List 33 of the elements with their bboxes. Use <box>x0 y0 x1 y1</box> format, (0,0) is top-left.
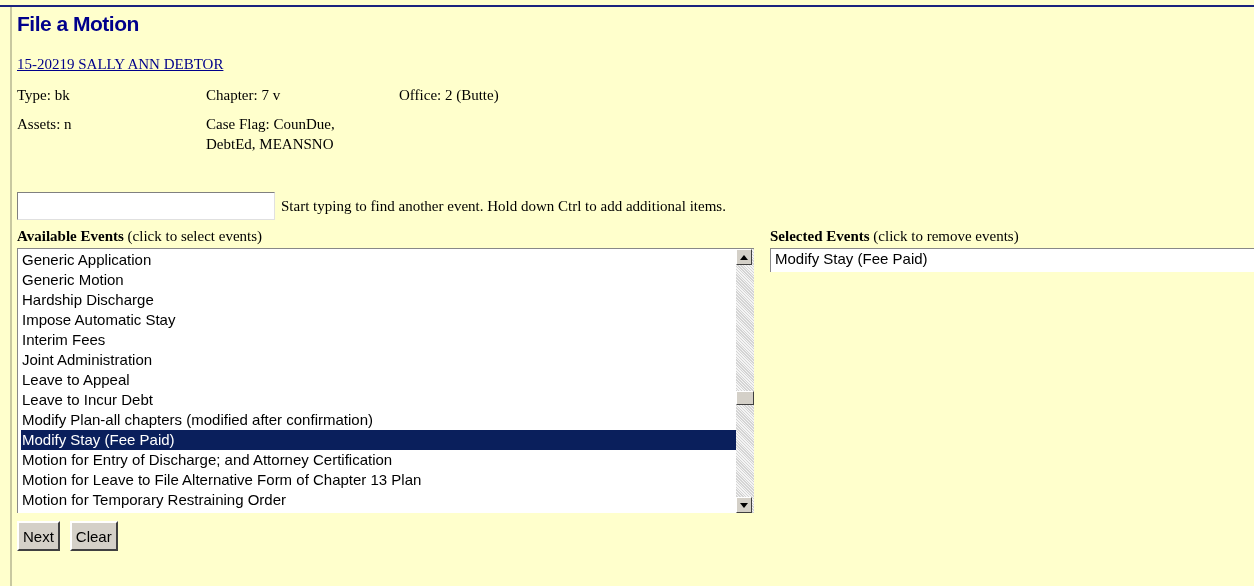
form-button[interactable]: Clear <box>69 521 118 551</box>
list-option[interactable]: Generic Motion <box>21 270 736 290</box>
list-heading: Available Events <box>17 228 124 244</box>
page-title: File a Motion <box>17 11 140 37</box>
list-option[interactable]: Joint Administration <box>21 350 736 370</box>
scroll-down-icon[interactable] <box>736 497 752 513</box>
event-search-field[interactable] <box>17 192 275 220</box>
list-option[interactable]: Motion for Entry of Discharge; and Attorney Certification <box>21 450 736 470</box>
scrollbar[interactable] <box>736 249 754 513</box>
list-option[interactable]: Impose Automatic Stay <box>21 310 736 330</box>
list-option[interactable]: Hardship Discharge <box>21 290 736 310</box>
available-events-list[interactable] <box>17 248 754 513</box>
list-option[interactable]: Leave to Appeal <box>21 370 736 390</box>
case-link[interactable]: 15-20219 SALLY ANN DEBTOR <box>17 56 224 73</box>
list-option[interactable]: Generic Application <box>21 250 736 270</box>
form-button[interactable]: Next <box>17 521 60 551</box>
list-hint: (click to select events) <box>127 228 263 244</box>
list-option[interactable]: Interim Fees <box>21 330 736 350</box>
case-detail: Case Flag: CounDue, DebtEd, MEANSNO <box>206 115 336 154</box>
search-hint: Start typing to find another event. Hold down Ctrl to add additional items. <box>281 197 726 215</box>
scroll-thumb[interactable] <box>736 391 754 405</box>
list-option[interactable]: Modify Plan-all chapters (modified after confirmation) <box>21 410 736 430</box>
case-detail: Office: 2 (Butte) <box>399 86 499 105</box>
list-option[interactable]: Motion for Leave to File Alternative Form of Chapter 13 Plan <box>21 470 736 490</box>
case-detail: Chapter: 7 v <box>206 86 282 105</box>
list-option[interactable]: Motion for Temporary Restraining Order <box>21 490 736 510</box>
list-option[interactable]: Modify Stay (Fee Paid) <box>21 430 736 450</box>
case-detail: Type: bk <box>17 86 71 105</box>
list-heading: Selected Events <box>770 228 870 244</box>
case-detail: Assets: n <box>17 115 73 134</box>
scroll-up-icon[interactable] <box>736 249 752 265</box>
list-option[interactable]: Leave to Incur Debt <box>21 390 736 410</box>
list-hint: (click to remove events) <box>873 228 1019 244</box>
